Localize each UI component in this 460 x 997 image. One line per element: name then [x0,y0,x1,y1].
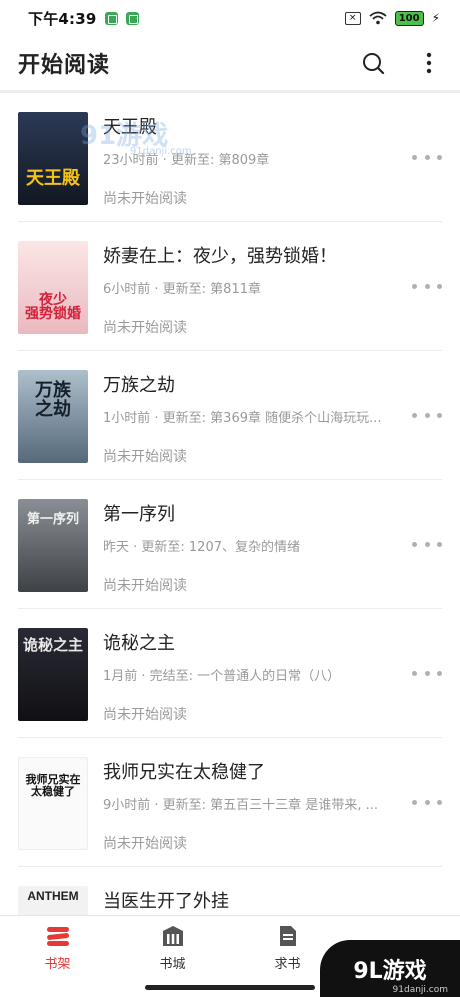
watermark-overlay-url: 91danji.com [130,146,192,157]
book-title: 当医生开了外挂 [103,891,229,912]
bookshelf-icon [46,927,69,946]
nav-label: 书架 [44,957,71,972]
book-title: 我师兄实在太稳健了 [103,762,265,783]
nav-bookstore[interactable]: 书城 [115,916,230,976]
book-item[interactable]: 万族 之劫 万族之劫 1小时前 · 更新至: 第369章 随便杀个山海玩玩...… [18,351,442,480]
book-read-status: 尚未开始阅读 [103,191,187,207]
app-bar: 开始阅读 [0,36,460,90]
book-cover[interactable]: 诡秘之主 [18,628,88,721]
page-title: 开始阅读 [18,53,111,78]
book-cover[interactable]: 第一序列 [18,499,88,592]
book-cover-text: 第一序列 [26,512,79,527]
book-cover[interactable]: 天王殿 [18,112,88,205]
book-item[interactable]: 夜少 强势锁婚 娇妻在上：夜少，强势锁婚！ 6小时前 · 更新至: 第811章 … [18,222,442,351]
book-cover[interactable]: 万族 之劫 [18,370,88,463]
search-button[interactable] [360,50,386,76]
book-update-info: 1月前 · 完结至: 一个普通人的日常（八） [103,669,341,684]
book-more-button[interactable] [412,665,442,681]
watermark-url: 91danji.com [392,985,448,995]
nav-label: 求书 [274,957,301,972]
book-update-info: 9小时前 · 更新至: 第五百三十三章 是谁带来, ... [103,798,378,813]
sim-off-icon: × [344,11,361,25]
book-item[interactable]: 第一序列 第一序列 昨天 · 更新至: 1207、复杂的情绪 尚未开始阅读 [18,480,442,609]
watermark-badge: 9L游戏 91danji.com [320,940,460,997]
book-item[interactable]: ANTHEM 当医生开了外挂 [18,867,442,915]
book-item[interactable]: 我师兄实在 太稳健了 我师兄实在太稳健了 9小时前 · 更新至: 第五百三十三章… [18,738,442,867]
search-icon [363,53,385,75]
request-book-icon [279,926,296,946]
home-indicator[interactable] [145,985,315,990]
status-time: 下午4:39 [28,9,97,28]
charging-icon: ⚡ [431,11,440,25]
book-cover-text: 我师兄实在 太稳健了 [25,773,81,798]
book-more-button[interactable] [412,794,442,810]
book-title: 诡秘之主 [103,633,175,654]
book-update-info: 6小时前 · 更新至: 第811章 [103,282,261,297]
book-read-status: 尚未开始阅读 [103,707,187,723]
watermark-text: 9L游戏 [353,958,427,984]
notification-icon [125,11,139,25]
book-read-status: 尚未开始阅读 [103,836,187,852]
book-more-button[interactable] [412,149,442,165]
book-more-button[interactable] [412,407,442,423]
book-update-info: 昨天 · 更新至: 1207、复杂的情绪 [103,540,300,555]
book-item[interactable]: 诡秘之主 诡秘之主 1月前 · 完结至: 一个普通人的日常（八） 尚未开始阅读 [18,609,442,738]
book-more-button[interactable] [412,536,442,552]
battery-icon: 100 [394,10,424,26]
wifi-icon [369,11,387,25]
nav-label: 书城 [159,957,186,972]
book-cover-text: 天王殿 [26,168,80,190]
status-bar: 下午4:39 × 100 ⚡ [0,0,460,36]
book-cover[interactable]: 夜少 强势锁婚 [18,241,88,334]
bookstore-icon [162,926,183,946]
book-cover-text: 诡秘之主 [22,636,83,654]
book-cover-text: ANTHEM [27,889,79,903]
book-cover[interactable]: 我师兄实在 太稳健了 [18,757,88,850]
more-menu-button[interactable] [416,50,442,76]
book-item[interactable]: 天王殿 天王殿 23小时前 · 更新至: 第809章 尚未开始阅读 [18,93,442,222]
bookshelf-list[interactable]: 天王殿 天王殿 23小时前 · 更新至: 第809章 尚未开始阅读 夜少 强势锁… [0,93,460,915]
book-title: 第一序列 [103,504,175,525]
book-cover-text: 夜少 强势锁婚 [25,291,81,323]
book-title: 娇妻在上：夜少，强势锁婚！ [103,246,337,267]
nav-bookshelf[interactable]: 书架 [0,916,115,976]
book-title: 万族之劫 [103,375,175,396]
book-cover-text: 万族 之劫 [35,380,71,420]
book-read-status: 尚未开始阅读 [103,449,187,465]
book-cover[interactable]: ANTHEM [18,886,88,915]
book-read-status: 尚未开始阅读 [103,320,187,336]
more-vertical-icon [426,52,432,74]
notification-icon [104,11,118,25]
book-update-info: 1小时前 · 更新至: 第369章 随便杀个山海玩玩... [103,411,382,426]
book-more-button[interactable] [412,278,442,294]
book-read-status: 尚未开始阅读 [103,578,187,594]
